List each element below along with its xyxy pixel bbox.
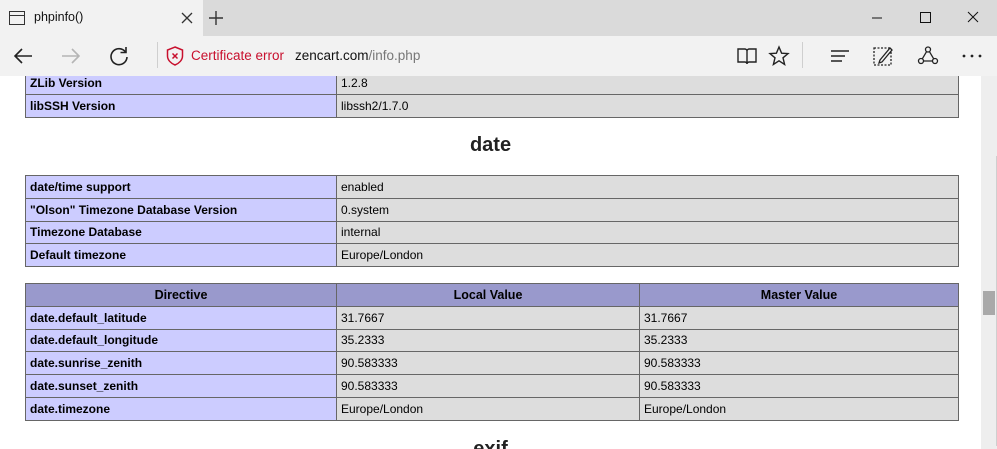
directive-name: date.default_latitude <box>25 305 337 330</box>
table-row: date/time support enabled <box>25 175 959 199</box>
close-icon[interactable] <box>179 10 195 26</box>
refresh-icon[interactable] <box>107 44 131 68</box>
row-value: enabled <box>336 175 959 199</box>
table-row: date.default_longitude 35.2333 35.2333 <box>25 328 959 353</box>
minimize-icon[interactable] <box>853 0 901 36</box>
row-value: libssh2/1.7.0 <box>336 93 959 118</box>
row-label: "Olson" Timezone Database Version <box>25 197 337 222</box>
scrollbar-thumb[interactable] <box>983 291 995 315</box>
more-icon[interactable] <box>960 44 984 68</box>
column-header-master-value: Master Value <box>639 283 959 307</box>
row-label: ZLib Version <box>25 76 337 95</box>
navigation-bar: Certificate error zencart.com/info.php <box>0 36 997 76</box>
table-header-row: Directive Local Value Master Value <box>25 283 959 307</box>
forward-arrow-icon[interactable] <box>59 44 83 68</box>
date-directives-table: Directive Local Value Master Value date.… <box>25 283 959 421</box>
row-value: 1.2.8 <box>336 76 959 95</box>
modules-table: ZLib Version 1.2.8 libSSH Version libssh… <box>25 76 959 118</box>
address-bar-url[interactable]: zencart.com/info.php <box>295 48 420 63</box>
table-row: Timezone Database internal <box>25 220 959 245</box>
section-title-date: date <box>469 134 512 156</box>
master-value: Europe/London <box>639 396 959 421</box>
table-row: ZLib Version 1.2.8 <box>25 76 959 95</box>
tab-title: phpinfo() <box>34 10 84 24</box>
table-row: date.default_latitude 31.7667 31.7667 <box>25 305 959 330</box>
date-info-table: date/time support enabled "Olson" Timezo… <box>25 175 959 268</box>
row-label: Default timezone <box>25 243 337 268</box>
table-row: date.sunrise_zenith 90.583333 90.583333 <box>25 351 959 376</box>
table-row: date.sunset_zenith 90.583333 90.583333 <box>25 374 959 398</box>
plus-icon[interactable] <box>206 8 226 28</box>
browser-tab[interactable]: phpinfo() <box>0 0 203 36</box>
web-note-icon[interactable] <box>871 44 895 68</box>
close-icon[interactable] <box>949 0 997 36</box>
row-value: Europe/London <box>336 243 959 268</box>
local-value: 31.7667 <box>336 305 640 330</box>
master-value: 90.583333 <box>639 351 959 376</box>
column-header-local-value: Local Value <box>336 283 640 307</box>
url-host: zencart.com <box>295 48 369 63</box>
certificate-error-label[interactable]: Certificate error <box>191 48 284 63</box>
back-arrow-icon[interactable] <box>11 44 35 68</box>
row-label: date/time support <box>25 175 337 199</box>
local-value: 90.583333 <box>336 374 640 398</box>
row-value: 0.system <box>336 197 959 222</box>
directive-name: date.default_longitude <box>25 328 337 353</box>
master-value: 35.2333 <box>639 328 959 353</box>
section-title-exif: exif <box>473 438 508 449</box>
separator <box>157 42 158 68</box>
star-icon[interactable] <box>767 44 791 68</box>
hub-icon[interactable] <box>828 44 852 68</box>
maximize-icon[interactable] <box>901 0 949 36</box>
shield-x-icon[interactable] <box>166 46 184 66</box>
row-label: libSSH Version <box>25 93 337 118</box>
directive-name: date.sunset_zenith <box>25 374 337 398</box>
local-value: 35.2333 <box>336 328 640 353</box>
page-icon <box>9 11 25 25</box>
table-row: date.timezone Europe/London Europe/Londo… <box>25 396 959 421</box>
local-value: Europe/London <box>336 396 640 421</box>
url-path: /info.php <box>368 48 421 63</box>
directive-name: date.timezone <box>25 396 337 421</box>
row-label: Timezone Database <box>25 220 337 245</box>
local-value: 90.583333 <box>336 351 640 376</box>
row-value: internal <box>336 220 959 245</box>
table-row: libSSH Version libssh2/1.7.0 <box>25 93 959 118</box>
master-value: 90.583333 <box>639 374 959 398</box>
table-row: "Olson" Timezone Database Version 0.syst… <box>25 197 959 222</box>
separator <box>802 42 803 68</box>
master-value: 31.7667 <box>639 305 959 330</box>
vertical-scrollbar[interactable] <box>981 76 997 449</box>
page-viewport: ZLib Version 1.2.8 libSSH Version libssh… <box>0 76 981 449</box>
reading-view-icon[interactable] <box>735 44 759 68</box>
share-icon[interactable] <box>916 44 940 68</box>
title-bar: phpinfo() <box>0 0 997 36</box>
directive-name: date.sunrise_zenith <box>25 351 337 376</box>
column-header-directive: Directive <box>25 283 337 307</box>
table-row: Default timezone Europe/London <box>25 243 959 268</box>
